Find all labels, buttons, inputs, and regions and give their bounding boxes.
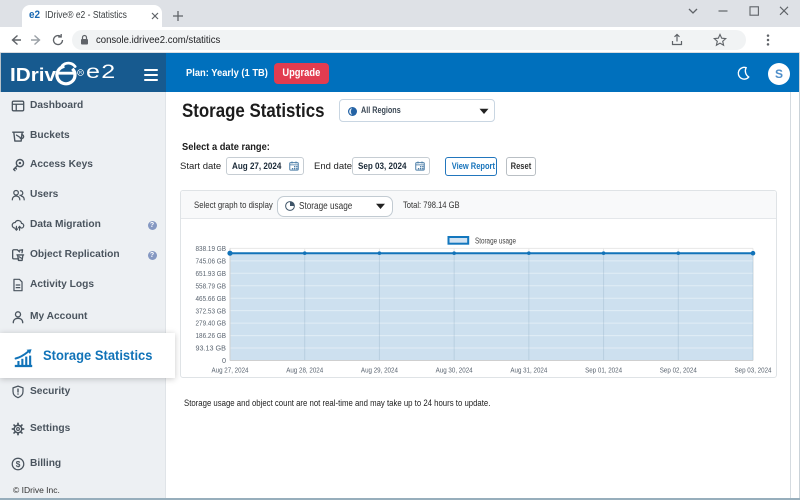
svg-text:Aug 30, 2024: Aug 30, 2024 [436, 366, 473, 375]
svg-text:Sep 03, 2024: Sep 03, 2024 [735, 366, 772, 375]
svg-text:279.40 GB: 279.40 GB [196, 319, 227, 328]
svg-text:372.53 GB: 372.53 GB [196, 306, 227, 315]
svg-text:93.13 GB: 93.13 GB [196, 344, 227, 353]
svg-text:Storage usage: Storage usage [475, 237, 516, 246]
svg-text:Sep 02, 2024: Sep 02, 2024 [660, 366, 697, 375]
svg-text:Aug 28, 2024: Aug 28, 2024 [286, 366, 323, 375]
svg-text:838.19 GB: 838.19 GB [196, 244, 227, 253]
svg-text:Aug 27, 2024: Aug 27, 2024 [212, 366, 249, 375]
svg-text:745.06 GB: 745.06 GB [196, 256, 227, 265]
svg-text:Aug 31, 2024: Aug 31, 2024 [510, 366, 547, 375]
svg-text:465.66 GB: 465.66 GB [196, 294, 227, 303]
svg-text:186.26 GB: 186.26 GB [196, 331, 227, 340]
svg-text:Aug 29, 2024: Aug 29, 2024 [361, 366, 398, 375]
svg-text:0: 0 [222, 356, 226, 365]
svg-text:651.93 GB: 651.93 GB [196, 269, 227, 278]
svg-text:Sep 01, 2024: Sep 01, 2024 [585, 366, 622, 375]
svg-text:R: R [78, 70, 81, 75]
svg-text:$: $ [16, 459, 21, 469]
svg-text:558.79 GB: 558.79 GB [196, 281, 227, 290]
